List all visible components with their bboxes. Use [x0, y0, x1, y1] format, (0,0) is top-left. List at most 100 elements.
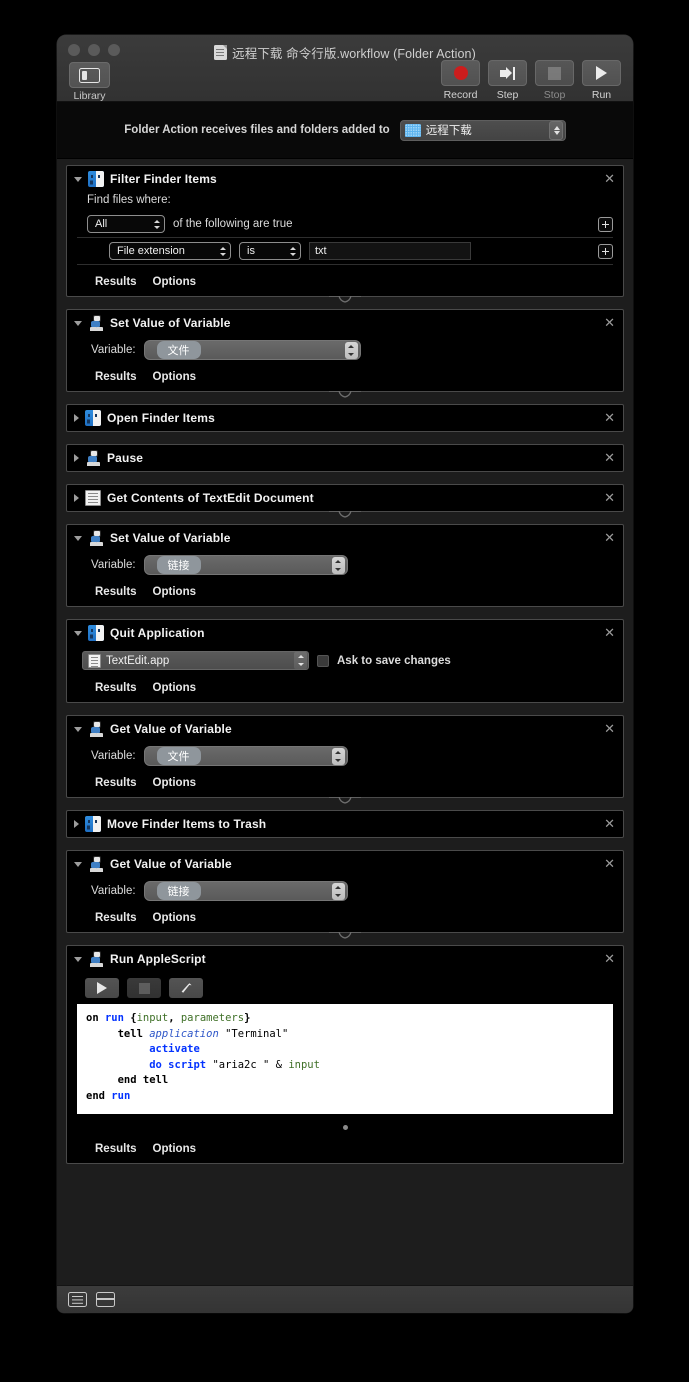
record-button[interactable]: Record [441, 60, 480, 101]
stop-button[interactable]: Stop [535, 60, 574, 101]
action-footer: Results Options [67, 1136, 623, 1163]
disclosure-triangle-icon[interactable] [74, 320, 82, 326]
action-quit-application[interactable]: Quit Application ✕ TextEdit.app Ask to s… [66, 619, 624, 703]
remove-action-icon[interactable]: ✕ [604, 627, 615, 640]
application-select[interactable]: TextEdit.app [82, 651, 309, 670]
remove-action-icon[interactable]: ✕ [604, 173, 615, 186]
chevron-updown-icon[interactable] [331, 882, 345, 900]
divider [77, 264, 613, 265]
workflow-canvas[interactable]: Filter Finder Items ✕ Find files where: … [57, 159, 633, 1285]
compile-script-button[interactable] [169, 978, 203, 998]
run-button[interactable]: Run [582, 60, 621, 101]
textedit-icon [85, 490, 101, 506]
action-header[interactable]: Open Finder Items ✕ [67, 405, 623, 431]
chevron-updown-icon[interactable] [344, 341, 358, 359]
options-button[interactable]: Options [153, 371, 196, 383]
chevron-updown-icon[interactable] [331, 747, 345, 765]
variable-select[interactable]: 链接 [143, 555, 348, 575]
remove-action-icon[interactable]: ✕ [604, 953, 615, 966]
match-type-select[interactable]: All [87, 215, 165, 233]
remove-action-icon[interactable]: ✕ [604, 818, 615, 831]
results-button[interactable]: Results [95, 777, 137, 789]
action-header[interactable]: Pause ✕ [67, 445, 623, 471]
remove-action-icon[interactable]: ✕ [604, 532, 615, 545]
action-title: Move Finder Items to Trash [107, 817, 267, 831]
stop-script-button[interactable] [127, 978, 161, 998]
remove-action-icon[interactable]: ✕ [604, 412, 615, 425]
disclosure-triangle-icon[interactable] [74, 630, 82, 636]
remove-action-icon[interactable]: ✕ [604, 317, 615, 330]
step-button[interactable]: Step [488, 60, 527, 101]
chevron-updown-icon[interactable] [331, 556, 345, 574]
variable-select[interactable]: 文件 [143, 340, 361, 360]
action-header[interactable]: Quit Application ✕ [67, 620, 623, 646]
action-set-value-of-variable-2[interactable]: Set Value of Variable ✕ Variable: 链接 Res… [66, 524, 624, 607]
results-button[interactable]: Results [95, 912, 137, 924]
options-button[interactable]: Options [153, 912, 196, 924]
action-header[interactable]: Get Value of Variable ✕ [67, 851, 623, 877]
action-header[interactable]: Move Finder Items to Trash ✕ [67, 811, 623, 837]
variable-select[interactable]: 文件 [143, 746, 348, 766]
results-button[interactable]: Results [95, 682, 137, 694]
disclosure-triangle-icon[interactable] [74, 454, 79, 462]
action-get-value-of-variable-2[interactable]: Get Value of Variable ✕ Variable: 链接 Res… [66, 850, 624, 939]
options-button[interactable]: Options [153, 682, 196, 694]
action-pause[interactable]: Pause ✕ [66, 444, 624, 472]
options-button[interactable]: Options [153, 777, 196, 789]
action-filter-finder-items[interactable]: Filter Finder Items ✕ Find files where: … [66, 165, 624, 303]
add-condition-group-button[interactable] [598, 216, 613, 232]
action-title: Get Value of Variable [110, 857, 232, 871]
disclosure-triangle-icon[interactable] [74, 820, 79, 828]
rule-field-select[interactable]: File extension [109, 242, 231, 260]
action-title: Open Finder Items [107, 411, 215, 425]
disclosure-triangle-icon[interactable] [74, 535, 82, 541]
options-button[interactable]: Options [153, 1143, 196, 1155]
action-get-value-of-variable-1[interactable]: Get Value of Variable ✕ Variable: 文件 Res… [66, 715, 624, 804]
results-button[interactable]: Results [95, 276, 137, 288]
ask-to-save-checkbox[interactable] [317, 654, 329, 667]
step-icon [500, 66, 515, 80]
action-header[interactable]: Set Value of Variable ✕ [67, 525, 623, 551]
results-button[interactable]: Results [95, 371, 137, 383]
remove-action-icon[interactable]: ✕ [604, 723, 615, 736]
options-button[interactable]: Options [153, 276, 196, 288]
action-run-applescript[interactable]: Run AppleScript ✕ on run {input, paramet… [66, 945, 624, 1164]
chevron-updown-icon[interactable] [294, 652, 307, 669]
remove-action-icon[interactable]: ✕ [604, 452, 615, 465]
disclosure-triangle-icon[interactable] [74, 861, 82, 867]
rule-operator-select[interactable]: is [239, 242, 301, 260]
action-title: Get Contents of TextEdit Document [107, 491, 314, 505]
disclosure-triangle-icon[interactable] [74, 494, 79, 502]
results-button[interactable]: Results [95, 1143, 137, 1155]
action-set-value-of-variable-1[interactable]: Set Value of Variable ✕ Variable: 文件 Res… [66, 309, 624, 398]
options-button[interactable]: Options [153, 586, 196, 598]
action-header[interactable]: Filter Finder Items ✕ [67, 166, 623, 192]
run-script-button[interactable] [85, 978, 119, 998]
disclosure-triangle-icon[interactable] [74, 414, 79, 422]
add-condition-button[interactable] [598, 243, 613, 259]
chevron-updown-icon[interactable] [548, 120, 563, 140]
resize-grip[interactable] [77, 1114, 613, 1136]
action-open-finder-items[interactable]: Open Finder Items ✕ [66, 404, 624, 432]
disclosure-triangle-icon[interactable] [74, 726, 82, 732]
variable-select[interactable]: 链接 [143, 881, 348, 901]
library-button[interactable] [69, 62, 110, 88]
action-move-finder-items-to-trash[interactable]: Move Finder Items to Trash ✕ [66, 810, 624, 838]
action-footer: Results Options [67, 905, 623, 932]
results-button[interactable]: Results [95, 586, 137, 598]
list-view-icon[interactable] [68, 1292, 87, 1307]
action-header[interactable]: Set Value of Variable ✕ [67, 310, 623, 336]
remove-action-icon[interactable]: ✕ [604, 492, 615, 505]
applescript-editor[interactable]: on run {input, parameters} tell applicat… [77, 1004, 613, 1114]
split-view-icon[interactable] [95, 1292, 116, 1307]
remove-action-icon[interactable]: ✕ [604, 858, 615, 871]
action-header[interactable]: Run AppleScript ✕ [67, 946, 623, 972]
action-get-contents-of-textedit-document[interactable]: Get Contents of TextEdit Document ✕ [66, 484, 624, 518]
action-title: Quit Application [110, 626, 205, 640]
rule-value-input[interactable]: txt [309, 242, 471, 260]
folder-select[interactable]: 远程下载 [399, 119, 566, 141]
disclosure-triangle-icon[interactable] [74, 956, 82, 962]
action-header[interactable]: Get Contents of TextEdit Document ✕ [67, 485, 623, 511]
action-header[interactable]: Get Value of Variable ✕ [67, 716, 623, 742]
disclosure-triangle-icon[interactable] [74, 176, 82, 182]
